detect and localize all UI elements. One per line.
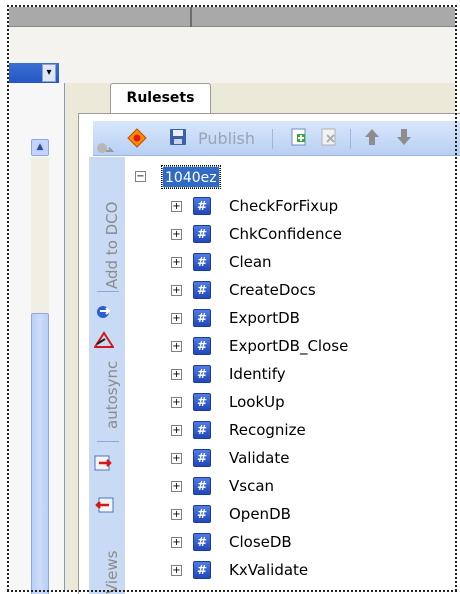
node-label[interactable]: Recognize: [229, 421, 306, 439]
node-label[interactable]: Identify: [229, 365, 286, 383]
node-label[interactable]: CheckForFixup: [229, 197, 338, 215]
expand-toggle[interactable]: +: [171, 285, 182, 296]
save-icon[interactable]: [168, 128, 188, 148]
expand-toggle[interactable]: +: [171, 313, 182, 324]
toolbar-separator: [350, 129, 351, 149]
ruleset-node-icon: #: [193, 421, 211, 439]
node-label[interactable]: ChkConfidence: [229, 225, 342, 243]
toolbar-divider: [190, 7, 192, 27]
expand-toggle[interactable]: +: [171, 481, 182, 492]
top-toolbar-strip: [9, 7, 455, 27]
ruleset-node-icon: #: [193, 197, 211, 215]
collapse-toggle[interactable]: −: [135, 171, 146, 182]
export-red-arrow-icon[interactable]: [93, 453, 115, 475]
diamond-icon[interactable]: [127, 128, 147, 148]
gear-arrow-icon[interactable]: [93, 139, 115, 161]
app-body-header: [9, 27, 455, 83]
sidebar-divider: [97, 441, 119, 442]
expand-toggle[interactable]: +: [171, 453, 182, 464]
rulesets-toolbar: Publish: [93, 121, 460, 156]
ruleset-node-icon: #: [193, 393, 211, 411]
scroll-up-button[interactable]: ▲: [31, 139, 49, 156]
ruleset-node-icon: #: [193, 561, 211, 579]
node-label[interactable]: KxValidate: [229, 561, 308, 579]
selection-frame-right: [455, 5, 457, 591]
expand-toggle[interactable]: +: [171, 397, 182, 408]
sync-arrows-icon[interactable]: [93, 302, 115, 324]
app-body: ▾ ▲ Rulesets Publish Add to DCO autosync…: [9, 27, 460, 594]
toolbar-separator: [272, 129, 273, 149]
expand-toggle[interactable]: +: [171, 565, 182, 576]
node-label[interactable]: Validate: [229, 449, 289, 467]
warning-triangle-icon[interactable]: [93, 330, 115, 352]
delete-document-icon[interactable]: [319, 128, 339, 148]
expand-toggle[interactable]: +: [171, 229, 182, 240]
sidebar-divider: [97, 291, 119, 292]
scrollbar-thumb[interactable]: [31, 313, 49, 594]
ruleset-node-icon: #: [193, 337, 211, 355]
move-down-icon[interactable]: [394, 128, 414, 148]
move-up-icon[interactable]: [362, 128, 382, 148]
add-document-icon[interactable]: [289, 128, 309, 148]
expand-toggle[interactable]: +: [171, 369, 182, 380]
selection-frame-left: [7, 5, 9, 591]
ruleset-node-icon: #: [193, 281, 211, 299]
tree-root-1040ez[interactable]: 1040ez: [161, 165, 221, 189]
ruleset-node-icon: #: [193, 365, 211, 383]
selection-frame-bottom: [7, 590, 457, 592]
ruleset-node-icon: #: [193, 225, 211, 243]
left-pane-menu-button[interactable]: ▾: [42, 64, 56, 82]
ruleset-node-icon: #: [193, 533, 211, 551]
node-label[interactable]: CreateDocs: [229, 281, 316, 299]
node-label[interactable]: LookUp: [229, 393, 285, 411]
import-red-arrow-icon[interactable]: [93, 495, 115, 517]
expand-toggle[interactable]: +: [171, 201, 182, 212]
ruleset-tree: − 1040ez + # CheckForFixup + # ChkConfid…: [135, 165, 455, 594]
tab-rulesets[interactable]: Rulesets: [110, 83, 211, 113]
expand-toggle[interactable]: +: [171, 537, 182, 548]
node-label[interactable]: CloseDB: [229, 533, 292, 551]
expand-toggle[interactable]: +: [171, 509, 182, 520]
expand-toggle[interactable]: +: [171, 341, 182, 352]
ruleset-node-icon: #: [193, 477, 211, 495]
node-label[interactable]: ExportDB: [229, 309, 300, 327]
node-label[interactable]: OpenDB: [229, 505, 291, 523]
expand-toggle[interactable]: +: [171, 425, 182, 436]
node-label[interactable]: Vscan: [229, 477, 274, 495]
publish-button[interactable]: Publish: [198, 129, 255, 148]
node-label[interactable]: ExportDB_Close: [229, 337, 348, 355]
node-label[interactable]: Clean: [229, 253, 272, 271]
expand-toggle[interactable]: +: [171, 257, 182, 268]
selection-frame-top: [7, 5, 457, 7]
ruleset-node-icon: #: [193, 309, 211, 327]
ruleset-node-icon: #: [193, 449, 211, 467]
ruleset-node-icon: #: [193, 505, 211, 523]
ruleset-node-icon: #: [193, 253, 211, 271]
